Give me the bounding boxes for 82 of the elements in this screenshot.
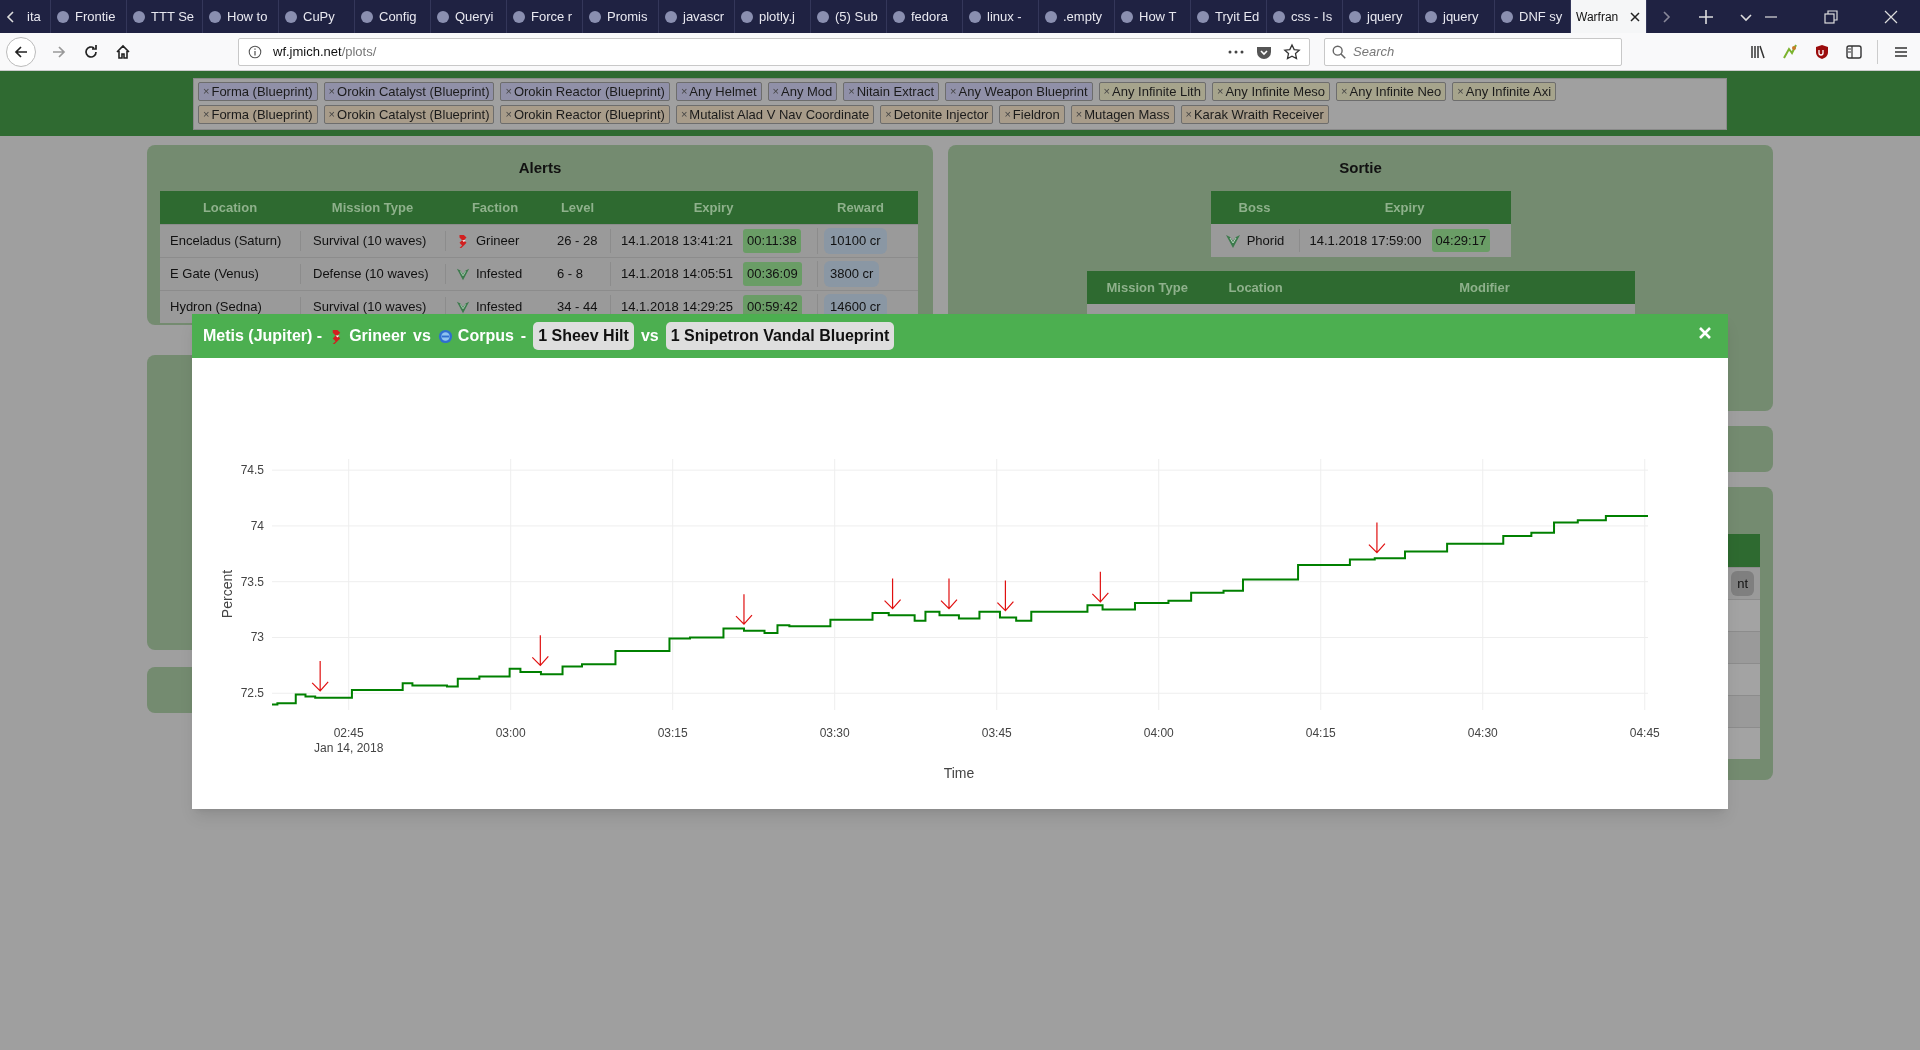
faction-name: Grineer [349, 326, 407, 346]
filter-tag[interactable]: ×Forma (Blueprint) [198, 82, 318, 101]
filter-tag[interactable]: ×Mutagen Mass [1070, 105, 1175, 124]
filter-tag[interactable]: ×Orokin Catalyst (Blueprint) [323, 105, 495, 124]
filter-tag[interactable]: ×Nitain Extract [843, 82, 940, 101]
faction-name: Corpus [457, 326, 514, 346]
header-text: - [520, 326, 527, 346]
url-field[interactable]: wf.jmich.net/plots/ [238, 37, 1310, 66]
reward-badge: 10100 cr [824, 228, 887, 254]
reward-badge: 3800 cr [824, 261, 880, 287]
header-text: vs [413, 326, 431, 346]
axis-tick-label: 04:00 [1143, 726, 1174, 740]
filter-tag[interactable]: ×Any Infinite Axi [1452, 82, 1557, 101]
axis-tick-label: 73.5 [240, 574, 264, 589]
header-text: vs [640, 326, 659, 346]
table-cell-text: 34 - 44 [556, 298, 599, 317]
filter-tag[interactable]: ×Karak Wraith Receiver [1180, 105, 1329, 124]
filter-tag[interactable]: ×Any Weapon Blueprint [945, 82, 1093, 101]
table-cell-text: Hydron (Sedna) [169, 298, 263, 317]
countdown-badge: 00:36:09 [743, 262, 802, 286]
filter-tag[interactable]: ×Orokin Catalyst (Blueprint) [323, 82, 495, 101]
filter-tag[interactable]: ×Orokin Reactor (Blueprint) [500, 82, 670, 101]
table-cell-text: 14.1.2018 14:05:51 [621, 265, 734, 284]
table-cell-text: Phorid [1246, 231, 1285, 250]
axis-title: Time [943, 765, 975, 781]
countdown-badge: 00:11:38 [743, 229, 801, 253]
axis-tick-label: 04:45 [1629, 726, 1660, 740]
reward-badge: nt [1731, 570, 1754, 597]
axis-tick-label: 04:30 [1467, 726, 1498, 740]
filter-tag[interactable]: ×Any Helmet [675, 82, 762, 101]
axis-tick-label: 03:00 [495, 726, 526, 740]
filter-tag[interactable]: ×Forma (Blueprint) [198, 105, 318, 124]
table-cell-text: 14.1.2018 13:41:21 [621, 232, 734, 251]
countdown-badge: 04:29:17 [1431, 228, 1491, 253]
axis-tick-label: 73 [250, 630, 264, 645]
table-cell-text: Infested [476, 265, 523, 284]
axis-tick-label: 02:45 [333, 726, 364, 740]
table-cell-text: 14.1.2018 17:59:00 [1309, 231, 1422, 250]
column-header: Mission Type [1105, 278, 1189, 297]
axis-tick-label: Jan 14, 2018 [314, 741, 384, 755]
filter-tag[interactable]: ×Any Infinite Meso [1211, 82, 1331, 101]
header-text: Metis (Jupiter) - [203, 326, 323, 346]
column-header: Boss [1237, 198, 1272, 217]
table-cell: Survival (10 waves) [300, 231, 445, 251]
browser-tab[interactable]: Warfran [1571, 0, 1647, 33]
table-cell-text: 26 - 28 [556, 232, 599, 251]
reward-chip: 1 Sheev Hilt [533, 322, 634, 350]
reward-chip: 1 Snipetron Vandal Blueprint [665, 322, 895, 350]
column-header: Level [559, 198, 596, 217]
search-field[interactable]: Search [1324, 37, 1622, 66]
axis-tick-label: 03:15 [657, 726, 688, 740]
table-cell-text: Enceladus (Saturn) [169, 232, 283, 251]
table-cell-text: Grineer [476, 232, 520, 251]
filter-tag[interactable]: ×Mutalist Alad V Nav Coordinate [675, 105, 875, 124]
table-cell-text: 6 - 8 [556, 265, 584, 284]
filter-tag[interactable]: ×Any Mod [767, 82, 838, 101]
column-header: Reward [836, 198, 885, 217]
axis-tick-label: 72.5 [240, 686, 264, 701]
axis-title: Percent [219, 569, 235, 619]
table-cell-text: E Gate (Venus) [169, 265, 260, 284]
column-header: Location [201, 198, 259, 217]
table-cell-text: Infested [476, 298, 523, 317]
filter-tag[interactable]: ×Any Infinite Lith [1098, 82, 1206, 101]
table-cell: Defense (10 waves) [300, 264, 445, 284]
filter-tag[interactable]: ×Orokin Reactor (Blueprint) [500, 105, 670, 124]
column-header: Faction [470, 198, 520, 217]
column-header: Expiry [692, 198, 735, 217]
axis-tick-label: 04:15 [1305, 726, 1336, 740]
column-header: Modifier [1458, 278, 1511, 297]
axis-tick-label: 74.5 [240, 463, 264, 478]
filter-tag[interactable]: ×Detonite Injector [880, 105, 994, 124]
axis-tick-label: 74 [250, 518, 264, 533]
column-header: Mission Type [330, 198, 415, 217]
axis-tick-label: 03:45 [981, 726, 1012, 740]
filter-tag[interactable]: ×Any Infinite Neo [1336, 82, 1447, 101]
axis-tick-label: 03:30 [819, 726, 850, 740]
column-header: Expiry [1383, 198, 1426, 217]
card-title: Sortie [1339, 157, 1382, 178]
filter-tag[interactable]: ×Fieldron [999, 105, 1065, 124]
card-title: Alerts [518, 157, 562, 178]
column-header: Location [1227, 278, 1284, 297]
table-cell-text: 14.1.2018 14:29:25 [621, 298, 734, 317]
